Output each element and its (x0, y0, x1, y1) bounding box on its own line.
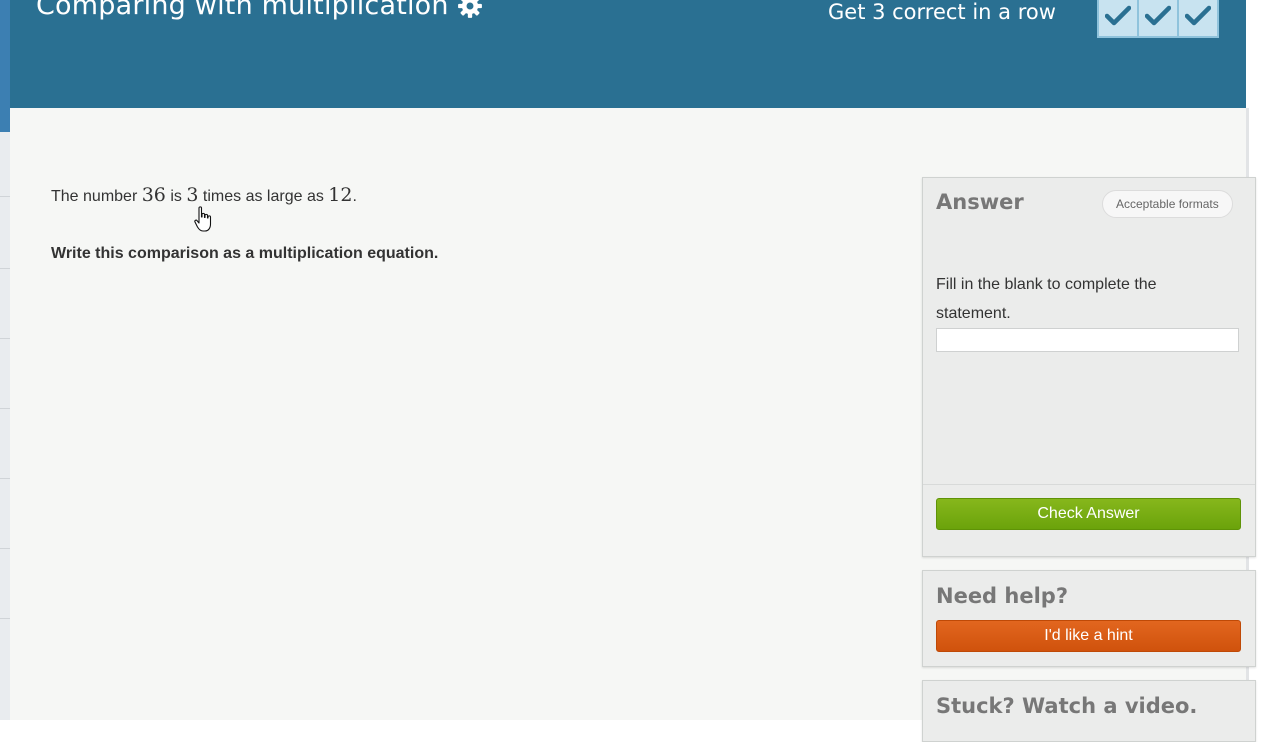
left-sidebar-divider (0, 478, 10, 479)
problem-number-36: 36 (142, 184, 166, 206)
hand-cursor-icon (194, 206, 214, 239)
answer-panel-divider (923, 484, 1255, 485)
answer-input[interactable] (936, 328, 1239, 352)
problem-statement: The number 36 is 3 times as large as 12. (51, 184, 357, 206)
video-panel-title[interactable]: Stuck? Watch a video. (936, 694, 1197, 718)
problem-text: The number (51, 188, 142, 205)
answer-panel-title: Answer (936, 190, 1024, 214)
streak-goal-text: Get 3 correct in a row (828, 0, 1056, 24)
problem-text: times as large as (198, 188, 328, 205)
problem-text: is (166, 188, 186, 205)
streak-progress (1097, 0, 1219, 38)
hint-button[interactable]: I'd like a hint (936, 620, 1241, 652)
check-answer-button[interactable]: Check Answer (936, 498, 1241, 530)
left-sidebar-edge (0, 0, 10, 720)
streak-box (1099, 0, 1139, 36)
left-sidebar-divider (0, 548, 10, 549)
answer-instruction: Fill in the blank to complete the statem… (936, 270, 1206, 328)
exercise-header: Comparing with multiplication Get 3 corr… (10, 0, 1246, 108)
video-panel: Stuck? Watch a video. (922, 680, 1256, 742)
problem-factor-3: 3 (186, 184, 198, 206)
answer-panel: Answer Acceptable formats Fill in the bl… (922, 177, 1256, 557)
exercise-title: Comparing with multiplication (36, 0, 483, 21)
problem-number-12: 12 (328, 184, 352, 206)
left-sidebar-divider (0, 408, 10, 409)
streak-box (1139, 0, 1179, 36)
gear-icon[interactable] (457, 0, 483, 19)
left-sidebar-divider (0, 338, 10, 339)
acceptable-formats-button[interactable]: Acceptable formats (1102, 190, 1233, 218)
streak-box (1179, 0, 1217, 36)
checkmark-icon (1145, 5, 1171, 27)
exercise-title-text: Comparing with multiplication (36, 0, 449, 21)
checkmark-icon (1105, 5, 1131, 27)
left-sidebar-divider (0, 268, 10, 269)
help-panel-title: Need help? (936, 584, 1068, 608)
left-sidebar-highlight (0, 0, 10, 132)
left-sidebar-divider (0, 196, 10, 197)
problem-question: Write this comparison as a multiplicatio… (51, 245, 438, 263)
left-sidebar-divider (0, 618, 10, 619)
help-panel: Need help? I'd like a hint (922, 570, 1256, 667)
checkmark-icon (1185, 5, 1211, 27)
problem-text: . (352, 188, 356, 205)
